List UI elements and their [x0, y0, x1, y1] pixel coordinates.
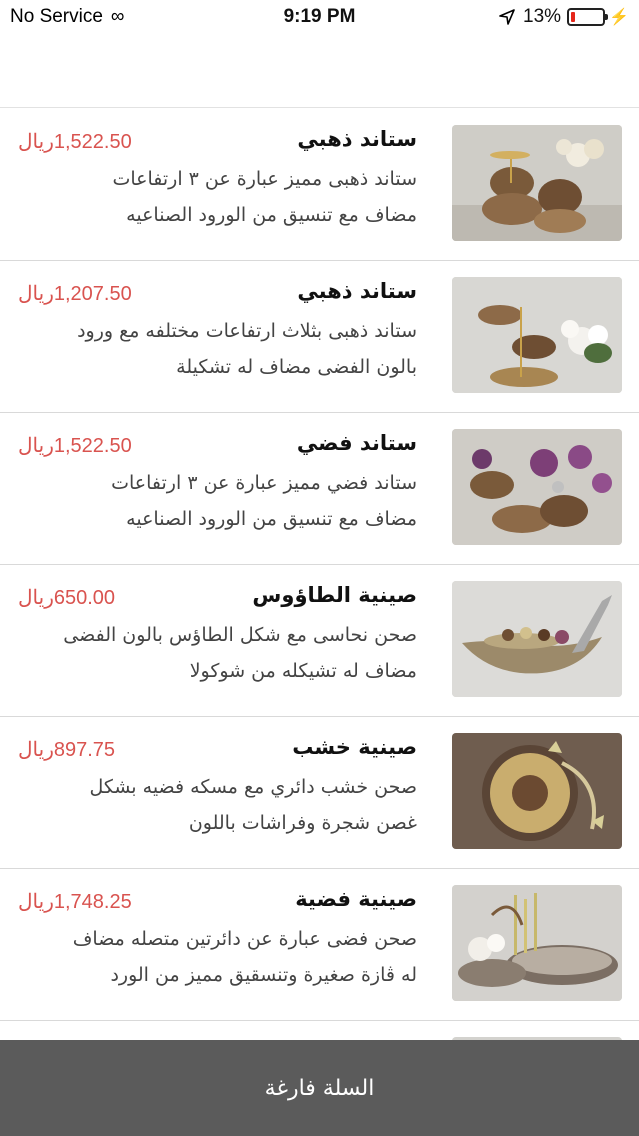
product-description: ستاند فضي مميز عبارة عن ٣ ارتفاعات مضاف … [111, 472, 417, 530]
product-title: ستاند ذهبي [297, 279, 417, 303]
product-price: 1,522.50ريال [18, 435, 132, 457]
product-image[interactable] [452, 581, 622, 697]
product-image[interactable] [452, 125, 622, 241]
product-image[interactable] [452, 277, 622, 393]
product-row[interactable]: 650.00ريال صينية الطاؤوس صحن نحاسى مع شك… [0, 565, 639, 717]
product-list: 1,522.50ريال ستاند ذهبي ستاند ذهبى مميز … [0, 109, 639, 1081]
product-title: صينية الطاؤوس [252, 583, 417, 607]
product-row[interactable]: 1,748.25ريال صينية فضية صحن فضى عبارة عن… [0, 869, 639, 1021]
battery-fill [571, 12, 576, 22]
product-price: 1,748.25ريال [18, 891, 132, 913]
location-arrow-icon [499, 9, 515, 25]
product-price: 650.00ريال [18, 587, 116, 609]
battery-icon [567, 8, 609, 26]
product-image[interactable] [452, 733, 622, 849]
product-description: صحن نحاسى مع شكل الطاؤس بالون الفضى مضاف… [63, 624, 417, 682]
product-title: ستاند فضي [296, 431, 417, 455]
product-row[interactable]: 1,522.50ريال ستاند فضي ستاند فضي مميز عب… [0, 413, 639, 565]
product-description: صحن خشب دائري مع مسكه فضيه بشكل غصن شجرة… [89, 776, 417, 834]
battery-percent: 13% [523, 6, 562, 27]
product-price: 1,207.50ريال [18, 283, 132, 305]
product-price: 1,522.50ريال [18, 131, 132, 153]
status-right: 13% ⚡ [499, 6, 629, 28]
product-description: ستاند ذهبى مميز عبارة عن ٣ ارتفاعات مضاف… [112, 168, 417, 226]
product-title: صينية خشب [292, 735, 417, 759]
product-title: صينية فضية [295, 887, 417, 911]
product-price: 897.75ريال [18, 739, 116, 761]
status-bar: No Service ∞ 9:19 PM 13% ⚡ [0, 0, 639, 38]
cart-bar[interactable]: السلة فارغة [0, 1040, 639, 1136]
product-row[interactable]: 1,207.50ريال ستاند ذهبي ستاند ذهبى بثلاث… [0, 261, 639, 413]
product-image[interactable] [452, 885, 622, 1001]
product-description: ستاند ذهبى بثلاث ارتفاعات مختلفه مع ورود… [77, 320, 417, 378]
cart-status-label: السلة فارغة [264, 1075, 375, 1101]
product-image[interactable] [452, 429, 622, 545]
charging-bolt-icon: ⚡ [609, 9, 629, 26]
product-row[interactable]: 897.75ريال صينية خشب صحن خشب دائري مع مس… [0, 717, 639, 869]
product-row[interactable]: 1,522.50ريال ستاند ذهبي ستاند ذهبى مميز … [0, 109, 639, 261]
product-title: ستاند ذهبي [297, 127, 417, 151]
product-description: صحن فضى عبارة عن دائرتين متصله مضاف له ڤ… [72, 928, 417, 986]
navigation-bar [0, 38, 639, 108]
